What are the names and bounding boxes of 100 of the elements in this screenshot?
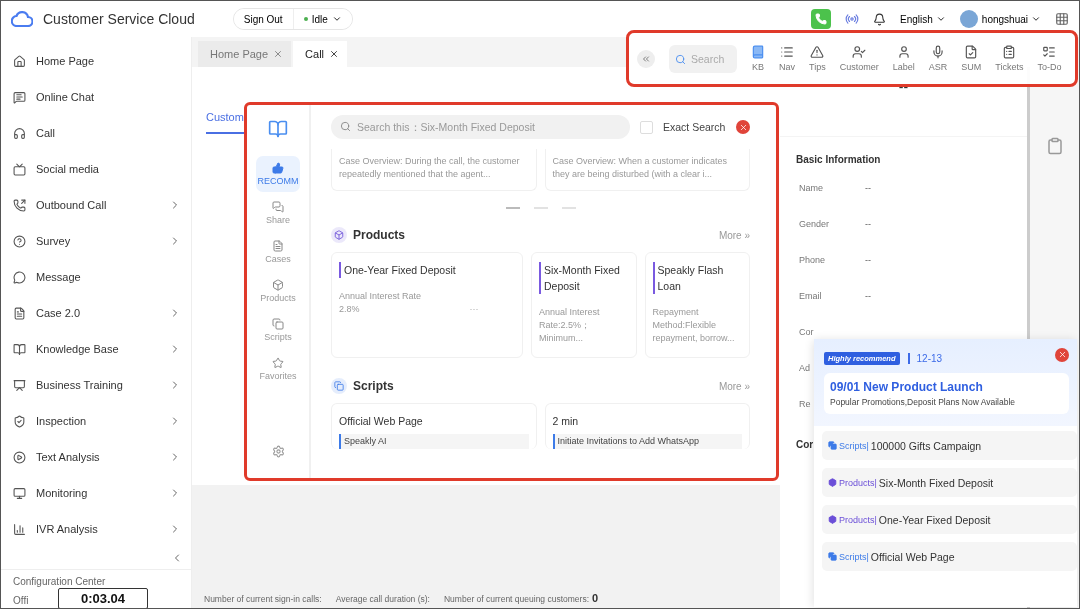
- sidebar-item[interactable]: Home Page: [1, 43, 191, 79]
- section-title: Scripts: [353, 379, 394, 393]
- user-icon: [896, 45, 911, 59]
- close-icon: [738, 122, 748, 132]
- shield-icon: [13, 414, 26, 428]
- chevron-down-icon: [1031, 14, 1041, 24]
- sidebar-item[interactable]: Survey: [1, 223, 191, 259]
- field-value: --: [865, 219, 871, 229]
- toolbar-item[interactable]: To-Do: [1037, 45, 1062, 72]
- status-dropdown[interactable]: Idle: [292, 9, 352, 29]
- sidebar-item[interactable]: Case 2.0: [1, 295, 191, 331]
- cube-icon: [828, 478, 837, 487]
- date-label: 12-13: [907, 353, 943, 364]
- warning-icon: [810, 45, 825, 59]
- cloud-logo-icon: [11, 11, 33, 27]
- promotion-card[interactable]: 09/01 New Product Launch Popular Promotions,Deposit Plans Now Available: [824, 373, 1069, 414]
- user-menu[interactable]: hongshuai: [981, 13, 1041, 25]
- close-button[interactable]: [736, 120, 750, 134]
- search-icon: [675, 53, 686, 65]
- toolbar-item[interactable]: Label: [892, 45, 915, 72]
- field-label: Gender: [799, 219, 830, 229]
- search-field[interactable]: Search this：Six-Month Fixed Deposit: [331, 115, 630, 139]
- copy-icon: [272, 318, 284, 330]
- product-card[interactable]: Six-Month Fixed Deposit Annual Interest Rate:2.5%；Minimum...: [531, 252, 637, 358]
- book-icon: [751, 45, 765, 59]
- thumbs-up-icon: [272, 162, 284, 174]
- recommendation-item[interactable]: Scripts| Official Web Page: [822, 542, 1077, 571]
- toolbar-item[interactable]: SUM: [961, 45, 982, 72]
- document-icon: [13, 306, 26, 320]
- list-icon: [780, 45, 794, 59]
- tab[interactable]: Call: [293, 41, 348, 67]
- sidebar-item[interactable]: Call: [1, 115, 191, 151]
- tab[interactable]: Home Page: [198, 41, 292, 67]
- sidebar-item[interactable]: IVR Analysis: [1, 511, 191, 547]
- panel-nav-item[interactable]: RECOMM: [256, 156, 300, 192]
- user-check-icon: [852, 45, 867, 59]
- recommendation-item[interactable]: Products| One-Year Fixed Deposit: [822, 505, 1077, 534]
- sidebar-item[interactable]: Text Analysis: [1, 439, 191, 475]
- chat-icon: [13, 90, 26, 104]
- close-icon[interactable]: [329, 49, 340, 59]
- sidebar-item[interactable]: Social media: [1, 151, 191, 187]
- script-card[interactable]: 2 min Initiate Invitations to Add WhatsApp: [544, 403, 750, 449]
- bell-icon[interactable]: [873, 12, 887, 26]
- field-label: Ad: [799, 363, 810, 373]
- toolbar-item[interactable]: Tickets: [995, 45, 1024, 72]
- headset-icon: [13, 126, 26, 140]
- sidebar-item[interactable]: Configuration Center: [13, 576, 106, 587]
- product-card[interactable]: Speakly Flash Loan Repayment Method:Flexible repayment, borrow...: [644, 252, 750, 358]
- carousel-indicator[interactable]: [505, 207, 520, 209]
- close-button[interactable]: [1055, 347, 1069, 362]
- language-dropdown[interactable]: English: [900, 13, 946, 25]
- clipboard-icon[interactable]: [1045, 137, 1064, 155]
- sidebar-item[interactable]: Outbound Call: [1, 187, 191, 223]
- field-label: Phone: [799, 255, 826, 265]
- question-icon: [13, 234, 26, 248]
- chevron-down-icon: [331, 14, 342, 24]
- sidebar-item[interactable]: Knowledge Base: [1, 331, 191, 367]
- copy-icon: [828, 441, 837, 450]
- recording-timer: 0:03.04: [58, 588, 148, 608]
- search-field[interactable]: Search: [669, 44, 737, 73]
- field-label: Email: [799, 291, 822, 301]
- recommendation-item[interactable]: Products| Six-Month Fixed Deposit: [822, 468, 1077, 497]
- toolbar-item[interactable]: KB: [751, 45, 765, 72]
- stat-label: Number of current queuing customers:: [444, 594, 590, 604]
- apps-grid-icon[interactable]: [1055, 12, 1069, 26]
- field-value: --: [865, 291, 871, 301]
- toolbar-item[interactable]: Customer: [839, 45, 879, 72]
- avatar[interactable]: [959, 10, 978, 28]
- field-label: Re: [799, 399, 811, 409]
- app-title: Customer Service Cloud: [43, 11, 195, 27]
- signal-icon[interactable]: [845, 12, 860, 26]
- recommendation-item[interactable]: Scripts| 100000 Gifts Campaign: [822, 431, 1077, 460]
- sidebar-item[interactable]: Monitoring: [1, 475, 191, 511]
- product-card[interactable]: One-Year Fixed Deposit Annual Interest Rate 2.8% ···: [331, 252, 523, 358]
- section-title: Basic Information: [795, 153, 882, 167]
- stat-value: 0: [592, 592, 599, 604]
- sidebar-item[interactable]: Business Training: [1, 367, 191, 403]
- script-card[interactable]: Official Web Page Speakly AI: [331, 403, 537, 449]
- search-icon: [340, 121, 351, 132]
- sidebar-item[interactable]: Offi: [13, 595, 29, 606]
- sidebar-item[interactable]: Inspection: [1, 403, 191, 439]
- tv-icon: [13, 162, 26, 176]
- toolbar-item[interactable]: Tips: [809, 45, 826, 72]
- toolbar-item[interactable]: Nav: [779, 45, 795, 72]
- house-icon: [13, 54, 26, 68]
- checkbox[interactable]: [640, 120, 653, 134]
- collapse-icon: [641, 53, 651, 64]
- sidebar-item[interactable]: Online Chat: [1, 79, 191, 115]
- microphone-icon: [931, 45, 945, 59]
- monitor-icon: [13, 486, 26, 500]
- checklist-icon: [1042, 45, 1057, 59]
- checkbox-label: Exact Search: [663, 121, 726, 133]
- collapse-button[interactable]: [637, 49, 655, 68]
- sidebar-item[interactable]: Message: [1, 259, 191, 295]
- phone-button[interactable]: [811, 9, 832, 29]
- cube-icon: [828, 515, 837, 524]
- star-icon: [272, 357, 284, 369]
- message-icon: [13, 270, 26, 284]
- toolbar-item[interactable]: ASR: [928, 45, 948, 72]
- settings-icon[interactable]: [271, 445, 285, 458]
